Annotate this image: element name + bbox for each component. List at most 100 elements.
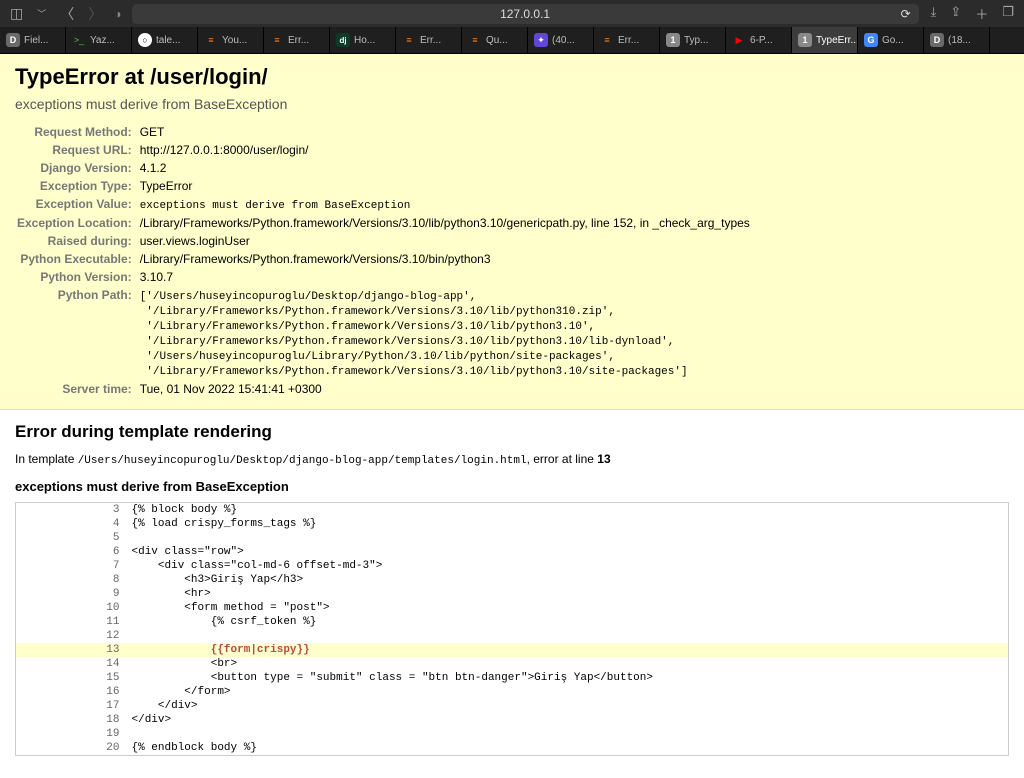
source-line: 3{% block body %} [16,503,1009,518]
source-line: 4{% load crispy_forms_tags %} [16,517,1009,531]
browser-tab[interactable]: D (18... [924,27,990,53]
tab-label: Go... [882,35,904,46]
error-line-no: 13 [597,452,610,466]
browser-tab[interactable]: ▶ 6-P... [726,27,792,53]
shield-icon[interactable]: ◑ [114,7,121,21]
tab-bar: DFiel...>_Yaz...○tale...≡You...≡Err...dj… [0,27,1024,54]
favicon-icon: D [930,33,944,47]
tab-label: Typ... [684,35,708,46]
browser-tab[interactable]: djHo... [330,27,396,53]
meta-key: Exception Type: [17,178,138,194]
browser-toolbar: ◫ ﹀ 〈 〉 ◑ 127.0.0.1 ⟳ ⤓ ⇪ ＋ ❐ [0,0,1024,27]
meta-row: Django Version:4.1.2 [17,160,750,176]
source-line: 8 <h3>Giriş Yap</h3> [16,573,1009,587]
tab-label: 6-P... [750,35,773,46]
browser-tab[interactable]: ○tale... [132,27,198,53]
browser-tab[interactable]: ≡ Err... [396,27,462,53]
line-code: {% csrf_token %} [126,615,1009,629]
line-number: 14 [16,657,126,671]
browser-tab[interactable]: ≡ Err... [264,27,330,53]
meta-value: GET [140,124,750,140]
favicon-icon: >_ [72,33,86,47]
forward-icon[interactable]: 〉 [88,4,102,24]
line-number: 4 [16,517,126,531]
template-error-intro: In template /Users/huseyincopuroglu/Desk… [15,452,1009,467]
favicon-icon: ≡ [402,33,416,47]
meta-key: Request URL: [17,142,138,158]
meta-key: Exception Value: [17,196,138,213]
line-number: 15 [16,671,126,685]
tab-label: Fiel... [24,35,48,46]
meta-key: Exception Location: [17,215,138,231]
dropdown-chevron-icon[interactable]: ﹀ [37,7,46,20]
line-number: 6 [16,545,126,559]
django-error-page: TypeError at /user/login/ exceptions mus… [0,54,1024,768]
line-number: 17 [16,699,126,713]
meta-key: Python Path: [17,287,138,379]
meta-value: 4.1.2 [140,160,750,176]
source-line: 20{% endblock body %} [16,741,1009,756]
browser-tab[interactable]: ≡You... [198,27,264,53]
tab-label: (18... [948,35,971,46]
browser-tab[interactable]: DFiel... [0,27,66,53]
favicon-icon: ▶ [732,33,746,47]
browser-tab[interactable]: ≡ Qu... [462,27,528,53]
downloads-icon[interactable]: ⤓ [931,4,937,23]
share-icon[interactable]: ⇪ [950,4,961,23]
favicon-icon: ○ [138,33,152,47]
template-error-section: Error during template rendering In templ… [0,410,1024,768]
line-number: 18 [16,713,126,727]
line-code: <h3>Giriş Yap</h3> [126,573,1009,587]
meta-row: Python Executable:/Library/Frameworks/Py… [17,251,750,267]
line-code: </form> [126,685,1009,699]
browser-tab[interactable]: 1TypeErr... [792,27,858,53]
source-line: 10 <form method = "post"> [16,601,1009,615]
line-number: 5 [16,531,126,545]
line-number: 9 [16,587,126,601]
line-number: 16 [16,685,126,699]
browser-tab[interactable]: GGo... [858,27,924,53]
browser-tab[interactable]: ≡Err... [594,27,660,53]
line-code: {% block body %} [126,503,1009,518]
reload-icon[interactable]: ⟳ [901,7,911,21]
sidebar-toggle-icon[interactable]: ◫ [10,5,23,22]
template-error-heading: Error during template rendering [15,422,1009,442]
browser-tab[interactable]: >_Yaz... [66,27,132,53]
line-number: 11 [16,615,126,629]
line-code: </div> [126,699,1009,713]
new-tab-icon[interactable]: ＋ [975,4,988,23]
line-code: <form method = "post"> [126,601,1009,615]
source-line: 17 </div> [16,699,1009,713]
back-icon[interactable]: 〈 [60,4,74,24]
meta-value: http://127.0.0.1:8000/user/login/ [140,142,750,158]
meta-key: Raised during: [17,233,138,249]
address-wrap: ◑ 127.0.0.1 ⟳ [114,4,918,24]
meta-value: user.views.loginUser [140,233,750,249]
line-code [126,629,1009,643]
tab-label: Err... [420,35,441,46]
favicon-icon: ≡ [270,33,284,47]
line-number: 10 [16,601,126,615]
line-code: <div class="row"> [126,545,1009,559]
line-number: 13 [16,643,126,657]
template-path: /Users/huseyincopuroglu/Desktop/django-b… [78,455,527,467]
template-source-table: 3{% block body %}4{% load crispy_forms_t… [15,502,1009,756]
meta-value: exceptions must derive from BaseExceptio… [140,196,750,213]
source-line: 9 <hr> [16,587,1009,601]
error-subtitle: exceptions must derive from BaseExceptio… [15,96,1009,112]
source-line: 18</div> [16,713,1009,727]
tab-label: Err... [288,35,309,46]
favicon-icon: ≡ [468,33,482,47]
meta-row: Python Version:3.10.7 [17,269,750,285]
address-bar[interactable]: 127.0.0.1 ⟳ [132,4,919,24]
source-line: 7 <div class="col-md-6 offset-md-3"> [16,559,1009,573]
tab-label: Qu... [486,35,508,46]
source-line: 16 </form> [16,685,1009,699]
browser-tab[interactable]: ✦(40... [528,27,594,53]
meta-key: Python Executable: [17,251,138,267]
line-code: {% endblock body %} [126,741,1009,756]
tabs-overview-icon[interactable]: ❐ [1002,4,1014,23]
line-code [126,727,1009,741]
browser-tab[interactable]: 1Typ... [660,27,726,53]
meta-row: Exception Location:/Library/Frameworks/P… [17,215,750,231]
